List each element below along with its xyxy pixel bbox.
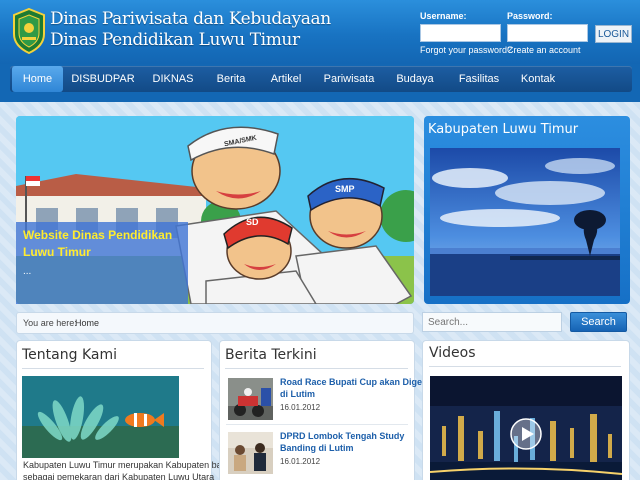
motorbike-race-image [228,378,273,420]
username-label: Username: [420,11,467,21]
breadcrumb: You are here: Home [16,312,414,334]
breadcrumb-home-link[interactable]: Home [75,318,99,328]
tentang-divider [22,368,204,369]
forgot-password-link[interactable]: Forgot your password? [420,45,512,55]
meeting-image [228,432,273,474]
search-button[interactable]: Search [570,312,627,332]
nav-item-fasilitas[interactable]: Fasilitas [453,66,505,92]
news-thumb-1[interactable] [228,378,273,420]
kabupaten-title: Kabupaten Luwu Timur [428,122,579,137]
site-header: Dinas Pariwisata dan Kebudayaan Dinas Pe… [0,0,640,64]
kabupaten-photo[interactable] [430,148,620,296]
login-button[interactable]: LOGIN [595,25,632,43]
username-input[interactable] [420,24,501,42]
tentang-photo[interactable] [22,376,179,458]
hat-label-sd: SD [246,217,259,227]
slider-caption-line2[interactable]: Luwu Timur [23,245,91,259]
nav-item-disbudpar[interactable]: DISBUDPAR [70,66,136,92]
breadcrumb-prefix: You are here: [23,318,77,328]
nav-item-berita[interactable]: Berita [210,66,252,92]
password-label: Password: [507,11,553,21]
main-nav: Home DISBUDPAR DIKNAS Berita Artikel Par… [10,66,632,92]
search-input[interactable] [422,312,562,332]
tentang-text-line2: sebagai pemekaran dari Kabupaten Luwu Ut… [23,472,215,480]
hat-label-smp: SMP [335,184,355,194]
nav-item-home[interactable]: Home [12,66,63,92]
slider-caption-line1[interactable]: Website Dinas Pendidikan [23,228,172,242]
berita-divider [225,368,408,369]
berita-title: Berita Terkini [225,347,317,363]
lake-landscape-image [430,148,620,296]
news-thumb-2[interactable] [228,432,273,474]
news-title-2-line2[interactable]: Banding di Lutim [280,443,354,453]
tentang-title: Tentang Kami [22,347,117,363]
news-title-2-line1[interactable]: DPRD Lombok Tengah Study [280,431,404,441]
nav-item-pariwisata[interactable]: Pariwisata [321,66,377,92]
nav-item-budaya[interactable]: Budaya [392,66,438,92]
videos-title: Videos [429,345,476,361]
coral-reef-image [22,376,179,458]
regency-emblem-icon[interactable] [12,8,46,54]
slider-caption-more: ... [23,266,32,277]
site-title-line1: Dinas Pariwisata dan Kebudayaan [50,9,331,29]
password-input[interactable] [507,24,588,42]
news-date-2: 16.01.2012 [280,457,321,466]
news-divider [226,424,408,425]
video-thumbnail[interactable] [430,376,622,480]
nav-item-artikel[interactable]: Artikel [264,66,308,92]
news-date-1: 16.01.2012 [280,403,321,412]
nav-item-kontak[interactable]: Kontak [517,66,559,92]
news-title-1-line2[interactable]: di Lutim [280,389,315,399]
tentang-text-line1: Kabupaten Luwu Timur merupakan Kabupaten… [23,460,230,470]
videos-divider [429,366,621,367]
site-title-line2: Dinas Pendidikan Luwu Timur [50,30,300,50]
news-title-1-line1[interactable]: Road Race Bupati Cup akan Digelar [280,377,433,387]
create-account-link[interactable]: Create an account [507,45,581,55]
nav-item-diknas[interactable]: DIKNAS [148,66,198,92]
play-icon[interactable] [510,418,542,450]
